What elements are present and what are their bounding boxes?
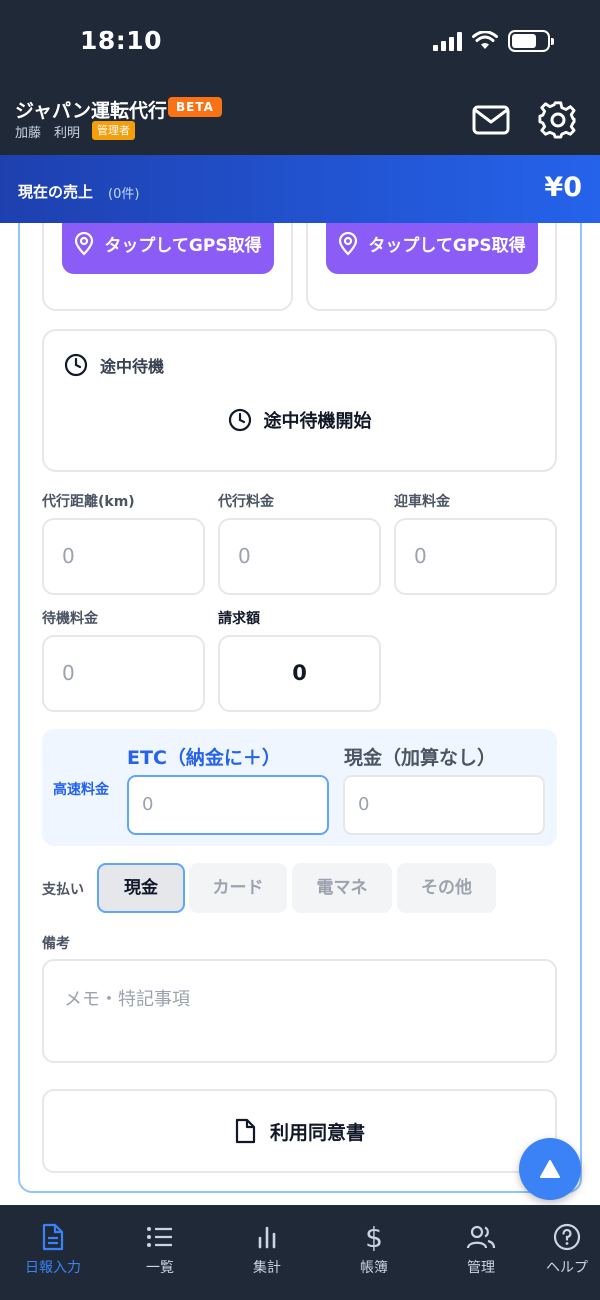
memo-label: 備考 bbox=[42, 936, 70, 952]
etc-input[interactable]: 0 bbox=[127, 775, 329, 835]
tab-label: 集計 bbox=[253, 1260, 281, 1276]
highway-fee-label: 高速料金 bbox=[53, 782, 109, 798]
sales-label: 現在の売上 bbox=[18, 183, 94, 201]
tab-label: 管理 bbox=[467, 1260, 495, 1276]
tab-label: 一覧 bbox=[146, 1260, 174, 1276]
signal-icon bbox=[433, 31, 462, 51]
memo-textarea[interactable]: メモ・特記事項 bbox=[42, 959, 557, 1063]
mail-icon bbox=[472, 105, 510, 135]
gear-icon bbox=[538, 101, 576, 139]
document-icon bbox=[235, 1118, 256, 1144]
gps-card-departure: タップしてGPS取得 bbox=[42, 223, 293, 311]
waiting-fee-label: 待機料金 bbox=[42, 611, 98, 627]
tab-list[interactable]: 一覧 bbox=[115, 1221, 205, 1277]
distance-input[interactable]: 0 bbox=[42, 518, 205, 595]
waiting-start-button[interactable]: 途中待機開始 bbox=[44, 407, 555, 433]
payment-label: 支払い bbox=[42, 882, 84, 898]
tab-admin[interactable]: 管理 bbox=[436, 1221, 526, 1277]
wifi-icon bbox=[472, 31, 498, 49]
highway-cash-input[interactable]: 0 bbox=[343, 775, 545, 835]
tab-summary[interactable]: 集計 bbox=[222, 1221, 312, 1277]
waiting-title: 途中待機 bbox=[64, 353, 164, 377]
pickup-fee-label: 迎車料金 bbox=[394, 494, 450, 510]
gps-button-label: タップしてGPS取得 bbox=[368, 236, 526, 256]
sales-summary-bar: 現在の売上 (0件) ¥0 bbox=[0, 155, 600, 223]
highway-fee-panel: 高速料金 ETC（納金に＋） 現金（加算なし） 0 0 bbox=[42, 729, 557, 846]
payment-option-other[interactable]: その他 bbox=[397, 863, 496, 913]
tab-daily-report[interactable]: 日報入力 bbox=[8, 1221, 98, 1277]
sales-count: (0件) bbox=[108, 187, 140, 202]
payment-option-emoney[interactable]: 電マネ bbox=[292, 863, 392, 913]
payment-option-card[interactable]: カード bbox=[189, 863, 287, 913]
location-pin-icon bbox=[75, 231, 94, 256]
gps-button-arrival[interactable]: タップしてGPS取得 bbox=[326, 223, 538, 274]
bottom-tab-bar: 日報入力 一覧 集計 $ 帳簿 管理 ヘルプ bbox=[0, 1205, 600, 1300]
tab-label: 帳簿 bbox=[360, 1260, 388, 1276]
distance-label: 代行距離(km) bbox=[42, 494, 135, 510]
status-icons bbox=[433, 28, 554, 54]
waiting-fee-input[interactable]: 0 bbox=[42, 635, 205, 712]
role-badge: 管理者 bbox=[92, 121, 135, 140]
app-title: ジャパン運転代行 bbox=[15, 100, 168, 122]
waiting-card: 途中待機 途中待機開始 bbox=[42, 329, 557, 472]
pickup-fee-input[interactable]: 0 bbox=[394, 518, 557, 595]
main-content: タップしてGPS取得 タップしてGPS取得 途中待機 途中待機開始 代行距離(k… bbox=[0, 223, 600, 1205]
scroll-top-button[interactable] bbox=[519, 1138, 581, 1200]
help-icon bbox=[553, 1223, 581, 1251]
clock-icon bbox=[228, 408, 251, 432]
tab-ledger[interactable]: $ 帳簿 bbox=[329, 1221, 419, 1277]
billing-label: 請求額 bbox=[218, 611, 260, 627]
triangle-up-icon bbox=[540, 1160, 560, 1178]
payment-option-cash[interactable]: 現金 bbox=[97, 863, 185, 913]
fee-input[interactable]: 0 bbox=[218, 518, 381, 595]
mail-button[interactable] bbox=[469, 98, 513, 142]
bar-chart-icon bbox=[258, 1226, 276, 1249]
sales-amount: ¥0 bbox=[544, 172, 582, 203]
beta-badge: BETA bbox=[168, 97, 222, 117]
memo-placeholder: メモ・特記事項 bbox=[64, 989, 190, 1010]
clock-icon bbox=[64, 353, 88, 377]
tab-label: ヘルプ bbox=[546, 1260, 588, 1276]
fee-label: 代行料金 bbox=[218, 494, 274, 510]
highway-cash-label: 現金（加算なし） bbox=[344, 747, 497, 769]
user-name: 加藤 利明 bbox=[15, 126, 81, 141]
waiting-start-label: 途中待機開始 bbox=[263, 411, 372, 432]
document-icon bbox=[42, 1223, 64, 1251]
waiting-title-label: 途中待機 bbox=[100, 357, 165, 376]
dollar-icon: $ bbox=[365, 1220, 383, 1254]
list-icon bbox=[147, 1227, 172, 1247]
gps-card-arrival: タップしてGPS取得 bbox=[306, 223, 557, 311]
gps-button-departure[interactable]: タップしてGPS取得 bbox=[62, 223, 274, 274]
etc-label: ETC（納金に＋） bbox=[127, 747, 281, 769]
app-header: ジャパン運転代行 BETA 加藤 利明 管理者 bbox=[0, 82, 600, 155]
settings-button[interactable] bbox=[536, 98, 580, 142]
battery-icon bbox=[508, 30, 554, 52]
tab-label: 日報入力 bbox=[25, 1260, 81, 1276]
consent-form-button[interactable]: 利用同意書 bbox=[42, 1089, 557, 1173]
location-pin-icon bbox=[339, 231, 358, 256]
status-time: 18:10 bbox=[80, 26, 163, 55]
consent-label: 利用同意書 bbox=[269, 1121, 365, 1144]
gps-button-label: タップしてGPS取得 bbox=[104, 236, 262, 256]
status-bar: 18:10 bbox=[0, 0, 600, 82]
billing-amount: 0 bbox=[218, 635, 381, 712]
tab-help[interactable]: ヘルプ bbox=[522, 1221, 600, 1277]
users-icon bbox=[466, 1225, 496, 1249]
